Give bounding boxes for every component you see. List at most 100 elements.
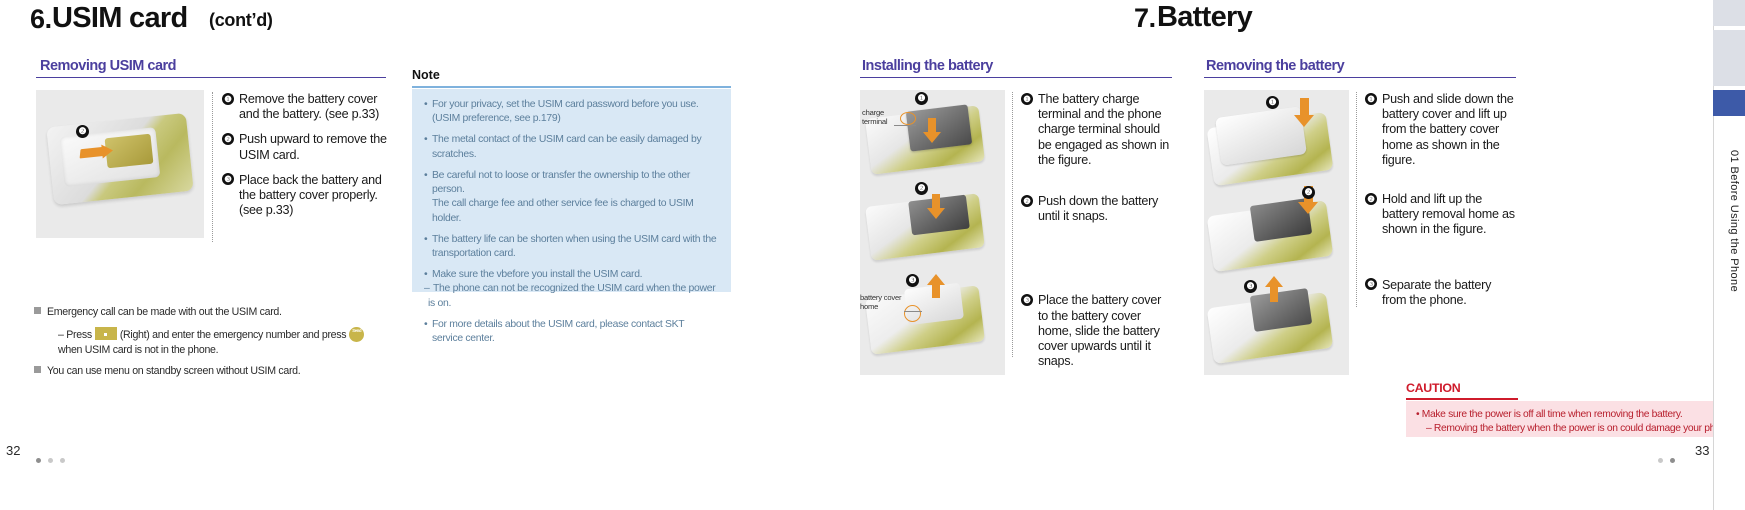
figure-marker-3: ❸ <box>906 274 919 287</box>
step-number: ❶ <box>1021 92 1033 105</box>
figure-installing-battery: ❶ ❷ ❸ <box>860 90 1005 375</box>
page-dots-right <box>1658 450 1682 468</box>
step-item: ❸ Separate the battery from the phone. <box>1365 278 1515 308</box>
side-tab-label: 01 Before Using the Phone <box>1728 150 1740 293</box>
note-text: transportation card. <box>432 248 516 260</box>
figure-marker-2: ❷ <box>1302 186 1315 199</box>
note-line: • For more details about the USIM card, … <box>424 318 717 347</box>
caution-box: • Make sure the power is off all time wh… <box>1406 401 1740 437</box>
note-text: Make sure the vbefore you install the US… <box>432 269 643 281</box>
section-heading-removing-usim: Removing USIM card <box>40 58 177 74</box>
usim-steps-list: ❶ Remove the battery cover and the batte… <box>222 92 387 218</box>
step-item: ❶ The battery charge terminal and the ph… <box>1021 92 1171 168</box>
step-number: ❶ <box>1365 92 1377 105</box>
caution-text: Make sure the power is off all time when… <box>1421 409 1683 420</box>
left-chapter-title: USIM card <box>52 2 188 34</box>
install-steps-list: ❶ The battery charge terminal and the ph… <box>1021 92 1171 369</box>
tab-block-2[interactable] <box>1713 30 1745 86</box>
section-rule <box>36 77 386 78</box>
note-text: For more details about the USIM card, pl… <box>432 318 685 345</box>
caution-line: • Make sure the power is off all time wh… <box>1416 408 1730 422</box>
note-line: • For your privacy, set the USIM card pa… <box>424 98 717 112</box>
section-rule <box>860 77 1172 78</box>
step-item: ❸ Place back the battery and the battery… <box>222 173 387 219</box>
note-line: transportation card. <box>424 247 717 261</box>
step-number: ❷ <box>222 132 234 145</box>
figure-marker-2: ❷ <box>915 182 928 195</box>
section-heading-installing-battery: Installing the battery <box>862 58 993 74</box>
footnote-sub-pre: – Press <box>58 329 92 341</box>
step-text: Push upward to remove the USIM card. <box>239 132 387 162</box>
note-bullet: • <box>424 233 428 245</box>
note-line: • The battery life can be shorten when u… <box>424 233 717 247</box>
step-text: Separate the battery from the phone. <box>1382 277 1492 307</box>
tab-block-active[interactable] <box>1713 90 1745 116</box>
caution-label: CAUTION <box>1406 381 1461 395</box>
step-number: ❷ <box>1365 192 1377 205</box>
note-text: The battery life can be shorten when usi… <box>432 233 717 245</box>
note-line: The call charge fee and other service fe… <box>424 197 717 226</box>
step-text: Place back the battery and the battery c… <box>239 172 382 218</box>
note-bullet: • <box>424 269 428 281</box>
step-number: ❸ <box>1021 293 1033 306</box>
send-key-icon: Send <box>349 327 365 342</box>
right-key-icon <box>94 327 117 340</box>
left-page: 6. USIM card (cont’d) Removing USIM card… <box>0 0 860 510</box>
remove-steps-list: ❶ Push and slide down the battery cover … <box>1365 92 1515 308</box>
note-line: • Be careful not to loose or transfer th… <box>424 169 717 198</box>
step-number: ❸ <box>222 173 234 186</box>
square-bullet-icon <box>34 366 41 373</box>
side-tab-strip: 01 Before Using the Phone <box>1713 0 1745 510</box>
note-text: For your privacy, set the USIM card pass… <box>432 99 699 110</box>
right-chapter-number: 7. <box>1134 3 1156 33</box>
step-item: ❶ Remove the battery cover and the batte… <box>222 92 387 122</box>
step-item: ❷ Push down the battery until it snaps. <box>1021 194 1171 224</box>
footnote-subitem-1-cont: when USIM card is not in the phone. <box>58 343 219 358</box>
steps-dotted-guide <box>1356 92 1357 307</box>
note-text: The call charge fee and other service fe… <box>432 198 694 224</box>
steps-dotted-guide <box>1012 92 1013 357</box>
note-rule <box>412 86 731 88</box>
callout-leader-line <box>904 311 922 312</box>
tab-block-1[interactable] <box>1713 0 1745 26</box>
figure-marker-1: ❶ <box>915 92 928 105</box>
page-number-left: 32 <box>6 443 21 458</box>
step-item: ❷ Push upward to remove the USIM card. <box>222 132 387 162</box>
caution-bullet: • <box>1416 409 1420 420</box>
step-text: Hold and lift up the battery removal hom… <box>1382 192 1515 237</box>
note-bullet: • <box>424 169 428 181</box>
page-dots-left <box>36 450 72 468</box>
note-line: (USIM preference, see p.179) <box>424 112 717 126</box>
note-box: • For your privacy, set the USIM card pa… <box>412 89 731 344</box>
page-number-right: 33 <box>1695 443 1710 458</box>
square-bullet-icon <box>34 307 41 314</box>
manual-page-spread: 6. USIM card (cont’d) Removing USIM card… <box>0 0 1745 510</box>
figure-marker-2: ❷ <box>76 125 89 138</box>
note-line: • Make sure the vbefore you install the … <box>424 268 717 282</box>
step-item: ❷ Hold and lift up the battery removal h… <box>1365 192 1515 238</box>
step-item: ❶ Push and slide down the battery cover … <box>1365 92 1515 168</box>
note-bullet: • <box>424 318 428 330</box>
footnote-item-2: You can use menu on standby screen witho… <box>34 364 301 379</box>
right-page: 7. Battery Installing the battery ❶ ❷ ❸ … <box>860 0 1745 510</box>
caution-bullet: – <box>1426 423 1432 434</box>
caution-text: Removing the battery when the power is o… <box>1433 423 1734 434</box>
section-rule <box>1204 77 1516 78</box>
steps-dotted-guide <box>212 92 213 242</box>
note-label: Note <box>412 68 440 82</box>
note-bullet: • <box>424 134 428 146</box>
note-line: – The phone can not be recognized the US… <box>424 282 717 311</box>
step-text: The battery charge terminal and the phon… <box>1038 92 1170 167</box>
note-bullet: – <box>424 283 430 295</box>
step-text: Place the battery cover to the battery c… <box>1038 293 1162 369</box>
footnote-sub-mid: (Right) and enter the emergency number a… <box>119 329 347 341</box>
left-chapter-number: 6. <box>30 4 52 34</box>
step-number: ❸ <box>1365 278 1377 291</box>
callout-charge-terminal: charge terminal <box>862 108 888 126</box>
callout-leader-line <box>894 125 916 126</box>
footnote-text: Emergency call can be made with out the … <box>47 306 282 318</box>
note-text: Be careful not to loose or transfer the … <box>432 169 691 196</box>
note-text: (USIM preference, see p.179) <box>432 113 561 125</box>
figure-marker-1: ❶ <box>1266 96 1279 109</box>
step-text: Push down the battery until it snaps. <box>1038 194 1159 224</box>
